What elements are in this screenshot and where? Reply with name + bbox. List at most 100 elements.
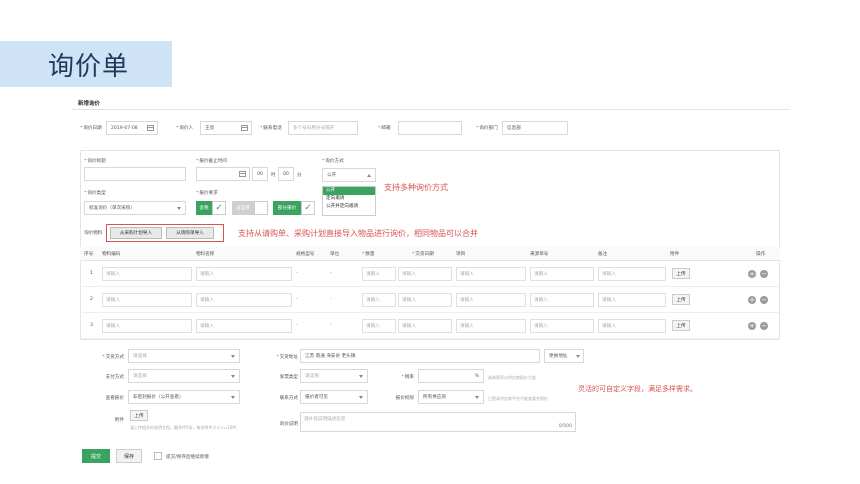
desc-textarea[interactable]: 请补充说明描述信息 0/500 [300,412,576,432]
desc-counter: 0/500 [558,424,572,429]
method-option-invite[interactable]: 定向邀请 [323,195,375,203]
remove-row-icon[interactable]: − [760,270,768,278]
email-input[interactable] [398,121,462,135]
deadline-label: 报价截止时间 [196,158,227,164]
minute-unit: 分 [297,173,302,178]
deadline-hour-select[interactable]: 00 [252,167,268,181]
row-index: 3 [90,323,93,328]
partial-check[interactable]: ✓ [301,201,315,215]
row-code-input[interactable]: 请输入 [102,319,192,333]
row-upload-button[interactable]: 上传 [672,320,690,331]
row-project-input[interactable]: 请输入 [456,319,526,333]
inquirer-input[interactable]: 王亮 [200,121,252,135]
method-option-public[interactable]: 公开 [323,187,375,195]
remove-row-icon[interactable]: − [760,322,768,330]
phone-label: 联系电话 [260,125,281,131]
th-name: 物料名称 [196,252,215,257]
row-source-input[interactable]: 请输入 [530,293,594,307]
add-row-icon[interactable]: + [748,296,756,304]
continue-label: 提交/保存后继续新增 [166,455,209,460]
panel-header: 新增询价 [72,94,790,110]
row-name-input[interactable]: 请输入 [196,319,292,333]
invoice-select[interactable]: 请选择 [300,369,368,383]
th-qty: 数量 [362,251,374,257]
row-upload-button[interactable]: 上传 [672,294,690,305]
tax-check[interactable]: ✓ [212,201,226,215]
freight-toggle[interactable]: 含运费 [232,201,254,215]
import-from-plan-button[interactable]: 从采购计划导入 [110,227,162,239]
scope-label: 报价权限 [395,396,414,401]
row-name-input[interactable]: 请输入 [196,293,292,307]
row-date-input[interactable]: 请输入 [398,293,452,307]
partial-toggle[interactable]: 部分报价 [273,201,301,215]
row-name-input[interactable]: 请输入 [196,267,292,281]
method-select[interactable]: 公开 [322,168,376,182]
row-remark-input[interactable]: 请输入 [598,293,666,307]
scope-hint: 已登录供应商平台才能查看并报价 [488,396,548,401]
row-code-input[interactable]: 请输入 [102,293,192,307]
deadline-minute-select[interactable]: 00 [278,167,294,181]
method-label: 询价方式 [322,158,343,164]
row-qty-input[interactable]: 请输入 [362,293,396,307]
row-date-input[interactable]: 请输入 [398,267,452,281]
title-input[interactable] [84,167,186,181]
submit-button[interactable]: 提交 [82,449,110,463]
remove-row-icon[interactable]: − [760,296,768,304]
continue-checkbox[interactable] [154,452,162,460]
table-row: 2 请输入 请输入 - - 请输入 请输入 请输入 请输入 请输入 上传 + − [80,288,780,313]
row-remark-input[interactable]: 请输入 [598,267,666,281]
row-project-input[interactable]: 请输入 [456,267,526,281]
th-actions: 操作 [756,252,766,257]
tax-toggle[interactable]: 含税 [196,201,212,215]
deadline-date-input[interactable] [196,167,250,181]
row-source-input[interactable]: 请输入 [530,319,594,333]
row-project-input[interactable]: 请输入 [456,293,526,307]
chevron-down-icon [177,207,181,210]
add-row-icon[interactable]: + [748,322,756,330]
row-qty-input[interactable]: 请输入 [362,319,396,333]
address-input[interactable]: 江苏 南通 海安县 老头镇 [300,349,540,363]
freight-check[interactable] [254,201,268,215]
import-from-requisition-button[interactable]: 从请购单导入 [166,227,214,239]
import-annotation: 支持从请购单、采购计划直接导入物品进行询价，相同物品可以合并 [238,229,478,238]
chevron-down-icon [231,375,235,378]
row-source-input[interactable]: 请输入 [530,267,594,281]
row-upload-button[interactable]: 上传 [672,268,690,279]
row-unit: - [330,297,332,302]
row-unit: - [330,323,332,328]
scope-select[interactable]: 所有供应商 [418,390,484,404]
row-date-input[interactable]: 请输入 [398,319,452,333]
tax-rate-input[interactable]: % [418,369,484,383]
save-button[interactable]: 保存 [116,449,142,463]
payment-select[interactable]: 请选择 [128,369,240,383]
chevron-down-icon [576,355,580,358]
quote-view-label: 查看报价 [105,396,124,401]
th-project: 项目 [456,252,466,257]
th-index: 序号 [84,252,94,257]
date-input[interactable]: 2019-07-08 [106,121,158,135]
import-label: 询价物料 [84,231,103,236]
attach-upload-button[interactable]: 上传 [130,410,148,421]
chevron-down-icon [475,396,479,399]
method-option-public-invite[interactable]: 公开并定向邀请 [323,203,375,211]
add-row-icon[interactable]: + [748,270,756,278]
th-delivery-date: 交货日期 [412,251,433,257]
row-spec: - [296,323,298,328]
tax-rate-hint: 具体税率以供应商报价为准 [488,375,536,380]
scope-value: 所有供应商 [423,395,446,400]
dept-input[interactable]: 信息部 [502,121,568,135]
row-qty-input[interactable]: 请输入 [362,267,396,281]
delivery-select[interactable]: 请选择 [128,349,240,363]
type-select[interactable]: 标准询价（单次采购） [84,201,186,215]
row-code-input[interactable]: 请输入 [102,267,192,281]
quote-view-select[interactable]: 非密封报价（公开查看） [128,390,240,404]
title-label: 询价标题 [84,158,105,164]
type-value: 标准询价（单次采购） [89,206,135,211]
phone-input[interactable]: 多个号码用分号隔开 [288,121,358,135]
contact-select[interactable]: 报价者可见 [300,390,368,404]
payment-label: 支付方式 [105,375,124,380]
th-source: 来源单号 [530,252,549,257]
row-remark-input[interactable]: 请输入 [598,319,666,333]
change-address-button[interactable]: 更换地址 [544,349,584,363]
table-header: 序号 物料编码 物料名称 规格型号 单位 数量 交货日期 项目 来源单号 备注 … [80,247,780,261]
